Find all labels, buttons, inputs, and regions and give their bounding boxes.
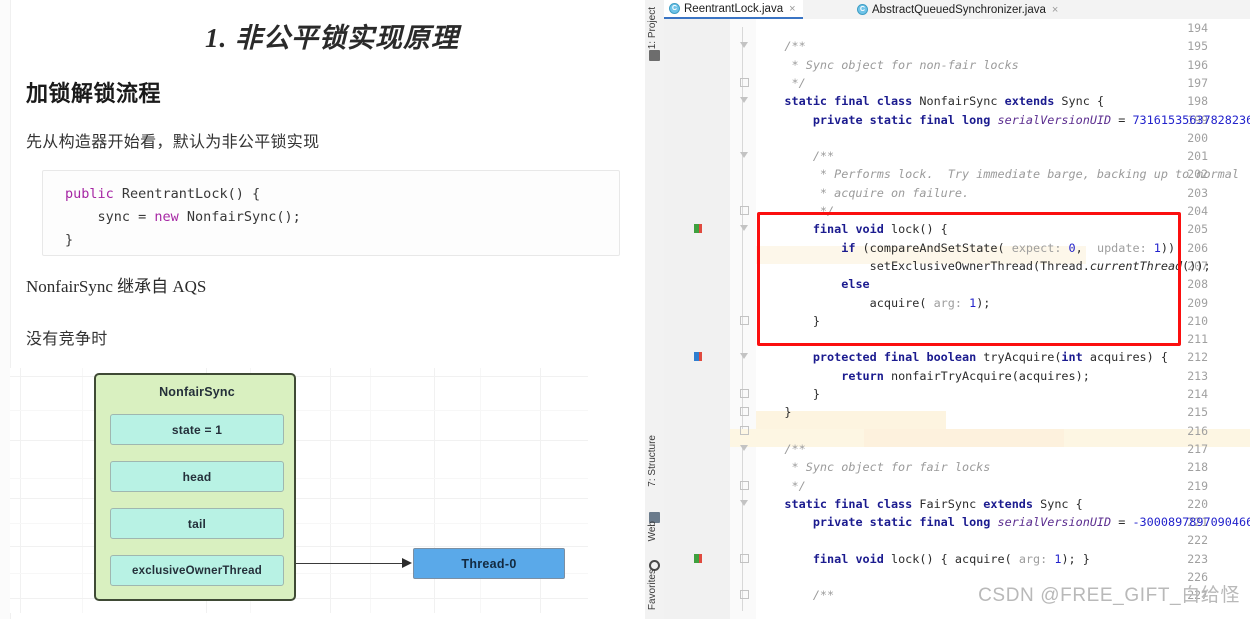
code-line: */ bbox=[756, 478, 806, 493]
code-line: private static final long serialVersionU… bbox=[812, 515, 1250, 530]
fold-toggle-icon[interactable] bbox=[740, 407, 749, 417]
code-nonfairsync-call: NonfairSync(); bbox=[178, 209, 301, 225]
document-pane: 1. 非公平锁实现原理 加锁解锁流程 先从构造器开始看，默认为非公平锁实现 pu… bbox=[0, 0, 645, 619]
fold-toggle-icon[interactable] bbox=[740, 480, 749, 490]
fold-toggle-icon[interactable] bbox=[740, 352, 749, 361]
fold-toggle-icon[interactable] bbox=[740, 425, 749, 435]
tool-window-strip: 1: Project 7: Structure Web Favorites bbox=[645, 0, 665, 619]
run-method-marker-icon[interactable] bbox=[694, 224, 703, 234]
code-line: protected final boolean tryAcquire(int a… bbox=[812, 350, 1168, 365]
code-line: final void lock() { bbox=[812, 222, 948, 237]
toolwindow-button-web[interactable]: Web bbox=[645, 518, 661, 544]
diagram-thread-box: Thread-0 bbox=[413, 548, 565, 579]
code-line: * Sync object for fair locks bbox=[756, 460, 991, 475]
fold-toggle-icon[interactable] bbox=[740, 590, 749, 600]
fold-toggle-icon[interactable] bbox=[740, 77, 749, 87]
code-line: static final class NonfairSync extends S… bbox=[784, 94, 1105, 109]
fold-toggle-icon[interactable] bbox=[740, 96, 749, 105]
code-constructor-signature: ReentrantLock() { bbox=[113, 186, 261, 202]
code-line: if (compareAndSetState( expect: 0, updat… bbox=[841, 240, 1176, 255]
code-line: else bbox=[841, 277, 870, 292]
section-heading: 加锁解锁流程 bbox=[26, 81, 162, 106]
code-line: * acquire on failure. bbox=[756, 185, 970, 200]
override-method-marker-icon[interactable] bbox=[694, 352, 703, 362]
code-line: } bbox=[756, 405, 792, 420]
code-closing-brace: } bbox=[65, 232, 74, 248]
diagram-field-state: state = 1 bbox=[110, 414, 284, 445]
code-line: */ bbox=[756, 75, 806, 90]
code-content[interactable]: /** * Sync object for non-fair locks */ … bbox=[756, 19, 1250, 619]
code-line: static final class FairSync extends Sync… bbox=[784, 496, 1083, 511]
toolwindow-button-structure[interactable]: 7: Structure bbox=[645, 432, 661, 490]
code-line: final void lock() { acquire( arg: 1); } bbox=[812, 551, 1090, 566]
tab-label: AbstractQueuedSynchronizer.java bbox=[872, 3, 1046, 16]
fold-toggle-icon[interactable] bbox=[740, 41, 749, 50]
java-class-icon: C bbox=[669, 3, 680, 14]
nonfairsync-class-label: NonfairSync bbox=[159, 385, 235, 399]
code-line: setExclusiveOwnerThread(Thread.currentTh… bbox=[756, 258, 1211, 273]
tab-abstractqueuedsynchronizer-java[interactable]: C AbstractQueuedSynchronizer.java × bbox=[852, 0, 1066, 19]
paragraph-intro: 先从构造器开始看，默认为非公平锁实现 bbox=[26, 134, 320, 151]
fold-toggle-icon[interactable] bbox=[740, 499, 749, 508]
close-icon[interactable]: × bbox=[1052, 4, 1058, 16]
code-line: /** bbox=[756, 149, 835, 164]
code-line: */ bbox=[756, 204, 835, 218]
toolwindow-button-favorites[interactable]: Favorites bbox=[645, 566, 661, 613]
code-line: /** bbox=[756, 441, 806, 456]
document-code-block: public ReentrantLock() { sync = new Nonf… bbox=[42, 170, 620, 256]
code-line: } bbox=[756, 387, 820, 401]
code-keyword-new: new bbox=[154, 209, 179, 225]
toolwindow-button-project[interactable]: 1: Project bbox=[645, 4, 661, 52]
fold-toggle-icon[interactable] bbox=[740, 206, 749, 215]
editor-tab-bar: C ReentrantLock.java × C AbstractQueuedS… bbox=[664, 0, 1250, 19]
paragraph-no-contention: 没有竞争时 bbox=[26, 331, 108, 348]
ide-pane: CSDN 1: Project 7: Structure Web Favorit… bbox=[645, 0, 1250, 619]
nonfairsync-class-box: NonfairSync state = 1 head tail exclusiv… bbox=[94, 373, 296, 601]
diagram-field-head: head bbox=[110, 461, 284, 492]
code-line: * Sync object for non-fair locks bbox=[756, 57, 1019, 72]
java-class-icon: C bbox=[857, 4, 868, 15]
folder-icon bbox=[649, 50, 660, 61]
fold-toggle-icon[interactable] bbox=[740, 553, 749, 563]
diagram-field-exclusive-owner-thread: exclusiveOwnerThread bbox=[110, 555, 284, 586]
run-method-marker-icon[interactable] bbox=[694, 553, 703, 563]
line-number-gutter[interactable] bbox=[664, 19, 731, 619]
csdn-watermark: CSDN @FREE_GIFT_白给怪 bbox=[978, 585, 1240, 606]
code-line: return nonfairTryAcquire(acquires); bbox=[841, 368, 1090, 383]
code-line: acquire( arg: 1); bbox=[756, 295, 991, 310]
fold-toggle-icon[interactable] bbox=[740, 444, 749, 453]
code-line: private static final long serialVersionU… bbox=[812, 112, 1250, 127]
code-line: /** bbox=[756, 588, 835, 603]
paragraph-inheritance: NonfairSync 继承自 AQS bbox=[26, 277, 207, 296]
nonfairsync-diagram: NonfairSync state = 1 head tail exclusiv… bbox=[10, 368, 588, 613]
diagram-arrow-line bbox=[296, 563, 404, 564]
code-sync-assign-prefix: sync = bbox=[65, 209, 155, 225]
diagram-field-tail: tail bbox=[110, 508, 284, 539]
fold-toggle-icon[interactable] bbox=[740, 151, 749, 160]
fold-toggle-icon[interactable] bbox=[740, 315, 749, 325]
page-title: 1. 非公平锁实现原理 bbox=[205, 23, 459, 53]
code-line: } bbox=[756, 313, 820, 328]
code-editor[interactable]: 194 195 196 197 198 199 200 201 202 203 204 205 206 2… bbox=[664, 19, 1250, 619]
tab-reentrantlock-java[interactable]: C ReentrantLock.java × bbox=[664, 0, 803, 19]
tab-label: ReentrantLock.java bbox=[684, 2, 784, 15]
code-line: * Performs lock. Try immediate barge, ba… bbox=[756, 167, 1239, 182]
diagram-arrow-head-icon bbox=[402, 558, 412, 568]
fold-toggle-icon[interactable] bbox=[740, 224, 749, 233]
fold-toggle-icon[interactable] bbox=[740, 389, 749, 398]
code-line: /** bbox=[756, 39, 806, 54]
screenshot-root: 1. 非公平锁实现原理 加锁解锁流程 先从构造器开始看，默认为非公平锁实现 pu… bbox=[0, 0, 1250, 619]
close-icon[interactable]: × bbox=[789, 3, 795, 15]
code-keyword-public: public bbox=[65, 186, 114, 202]
